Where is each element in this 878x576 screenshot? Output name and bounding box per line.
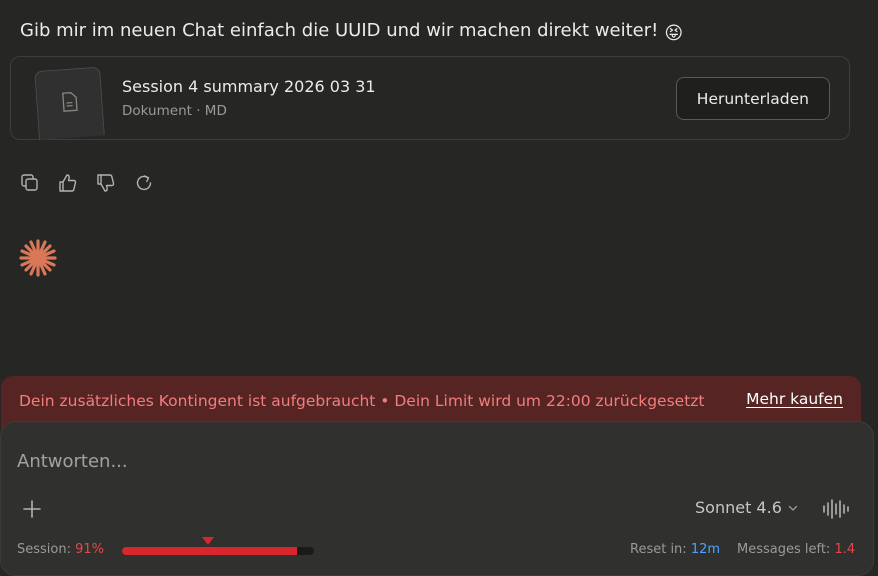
model-label: Sonnet 4.6 bbox=[695, 498, 782, 517]
attachment-title[interactable]: Session 4 summary 2026 03 31 bbox=[122, 77, 376, 96]
composer: Sonnet 4.6 Session: 91% bbox=[0, 421, 874, 576]
audio-waveform-icon bbox=[822, 505, 850, 524]
session-progress-marker bbox=[202, 537, 214, 545]
copy-icon[interactable] bbox=[20, 173, 40, 193]
thumbs-up-icon[interactable] bbox=[58, 173, 78, 193]
messages-left-label: Messages left: bbox=[737, 542, 830, 557]
document-icon bbox=[61, 91, 79, 116]
reset-value: 12m bbox=[691, 542, 720, 557]
chevron-down-icon bbox=[788, 498, 798, 517]
buy-more-link[interactable]: Mehr kaufen bbox=[746, 390, 843, 408]
add-attachment-button[interactable] bbox=[21, 498, 43, 520]
messages-left-value: 1.4 bbox=[834, 542, 855, 557]
voice-input-button[interactable] bbox=[822, 498, 850, 520]
message-actions bbox=[20, 173, 154, 193]
reset-label: Reset in: bbox=[630, 542, 687, 557]
file-thumbnail bbox=[34, 67, 105, 140]
session-value: 91% bbox=[75, 542, 104, 557]
session-progress-bar bbox=[122, 547, 314, 555]
assistant-message: Gib mir im neuen Chat einfach die UUID u… bbox=[20, 20, 683, 44]
message-text: Gib mir im neuen Chat einfach die UUID u… bbox=[20, 20, 658, 41]
download-button[interactable]: Herunterladen bbox=[676, 77, 830, 120]
session-label: Session: bbox=[17, 542, 71, 557]
claude-spark-icon bbox=[18, 238, 58, 282]
limit-banner-text: Dein zusätzliches Kontingent ist aufgebr… bbox=[19, 392, 704, 410]
session-usage: Session: 91% bbox=[17, 542, 104, 557]
attachment-meta: Dokument · MD bbox=[122, 103, 227, 119]
session-progress-fill bbox=[122, 547, 297, 555]
thumbs-down-icon[interactable] bbox=[96, 173, 116, 193]
reply-input[interactable] bbox=[17, 448, 717, 474]
model-selector[interactable]: Sonnet 4.6 bbox=[695, 498, 798, 517]
message-emoji: 😝 bbox=[664, 23, 683, 44]
messages-left: Messages left: 1.4 bbox=[737, 542, 855, 557]
reset-timer: Reset in: 12m bbox=[630, 542, 720, 557]
attachment-card[interactable]: Session 4 summary 2026 03 31 Dokument · … bbox=[10, 56, 850, 140]
retry-icon[interactable] bbox=[134, 173, 154, 193]
